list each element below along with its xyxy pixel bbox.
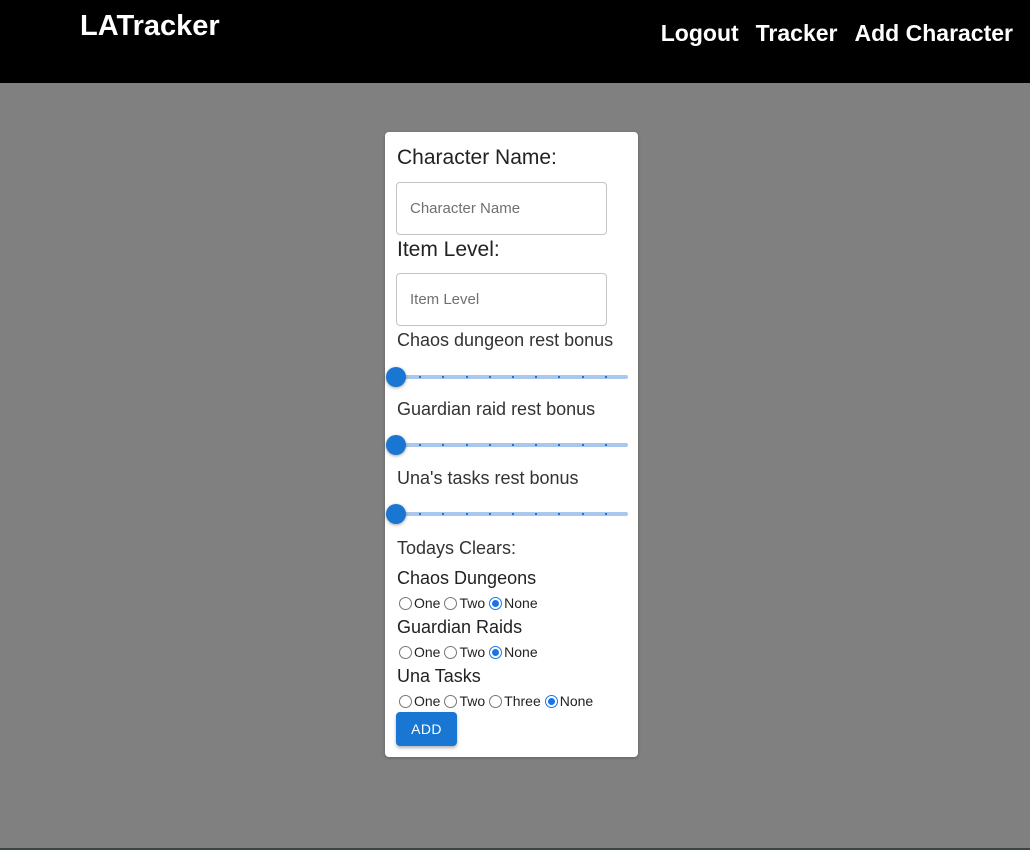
una-tasks-radio-group: One Two Three None: [399, 693, 597, 709]
radio-button[interactable]: [489, 694, 503, 708]
slider-tick-mark: [558, 444, 561, 446]
radio-option-none[interactable]: None: [544, 693, 594, 709]
slider-thumb[interactable]: [386, 504, 406, 524]
radio-option-one[interactable]: One: [399, 644, 440, 660]
slider-tick-mark: [442, 444, 445, 446]
slider-tick-mark: [535, 376, 538, 378]
una-rest-bonus-slider[interactable]: [386, 504, 628, 524]
nav-tracker-link[interactable]: Tracker: [756, 20, 838, 47]
slider-tick-mark: [558, 513, 561, 515]
slider-tick-mark: [558, 376, 561, 378]
add-button[interactable]: ADD: [396, 712, 457, 746]
slider-tick-mark: [512, 513, 514, 515]
radio-label: Three: [504, 693, 541, 709]
slider-tick-mark: [604, 376, 607, 378]
radio-button[interactable]: [544, 694, 558, 708]
radio-option-three[interactable]: Three: [489, 693, 541, 709]
radio-button[interactable]: [399, 645, 412, 659]
nav-add-character-link[interactable]: Add Character: [855, 20, 1013, 47]
item-level-label: Item Level:: [397, 238, 500, 261]
slider-thumb[interactable]: [386, 367, 406, 387]
guardian-rest-bonus-slider[interactable]: [386, 435, 628, 455]
item-level-input[interactable]: [396, 273, 607, 326]
brand-logo-link[interactable]: LATracker: [80, 10, 220, 43]
guardian-raids-label: Guardian Raids: [397, 617, 523, 637]
radio-label: One: [414, 693, 441, 709]
radio-label: One: [414, 595, 441, 611]
radio-label: One: [414, 644, 441, 660]
slider-tick-mark: [581, 444, 584, 446]
character-name-input[interactable]: [396, 182, 607, 235]
radio-button[interactable]: [489, 596, 503, 610]
radio-option-none[interactable]: None: [489, 644, 538, 660]
radio-button[interactable]: [489, 645, 503, 659]
radio-option-one[interactable]: One: [399, 693, 440, 709]
radio-option-none[interactable]: None: [489, 595, 538, 611]
una-rest-bonus-label: Una's tasks rest bonus: [397, 468, 579, 488]
chaos-dungeons-label: Chaos Dungeons: [397, 568, 537, 588]
slider-tick-mark: [488, 444, 491, 446]
radio-label: None: [559, 693, 594, 709]
radio-label: None: [504, 595, 538, 611]
radio-label: None: [504, 644, 538, 660]
chaos-rest-bonus-slider[interactable]: [386, 367, 628, 387]
radio-label: Two: [459, 693, 486, 709]
guardian-rest-bonus-label: Guardian raid rest bonus: [397, 399, 596, 419]
radio-label: Two: [459, 595, 486, 611]
chaos-rest-bonus-label: Chaos dungeon rest bonus: [397, 330, 614, 350]
character-name-label: Character Name:: [397, 146, 557, 169]
radio-button[interactable]: [444, 694, 458, 708]
slider-tick-mark: [465, 513, 468, 515]
radio-option-two[interactable]: Two: [444, 644, 485, 660]
slider-tick-mark: [419, 513, 422, 515]
slider-tick-mark: [465, 376, 468, 378]
slider-tick-mark: [535, 513, 538, 515]
radio-button[interactable]: [444, 645, 458, 659]
slider-tick-mark: [581, 376, 584, 378]
slider-tick-mark: [512, 444, 514, 446]
chaos-dungeons-radio-group: One Two None: [399, 595, 542, 611]
radio-option-two[interactable]: Two: [444, 693, 485, 709]
nav-links: Logout Tracker Add Character: [661, 20, 1013, 47]
radio-option-two[interactable]: Two: [444, 595, 485, 611]
slider-tick-mark: [581, 513, 584, 515]
slider-tick-mark: [442, 513, 445, 515]
radio-option-one[interactable]: One: [399, 595, 440, 611]
slider-tick-mark: [488, 376, 491, 378]
radio-button[interactable]: [399, 694, 412, 708]
slider-tick-mark: [512, 376, 514, 378]
slider-tick-mark: [604, 444, 607, 446]
slider-tick-mark: [535, 444, 538, 446]
radio-button[interactable]: [399, 596, 412, 610]
slider-tick-mark: [465, 444, 468, 446]
slider-tick-mark: [488, 513, 491, 515]
todays-clears-heading: Todays Clears:: [397, 538, 517, 558]
slider-tick-mark: [442, 376, 445, 378]
add-character-form: Character Name: Item Level: Chaos dungeo…: [385, 132, 638, 757]
guardian-raids-radio-group: One Two None: [399, 644, 542, 660]
slider-tick-mark: [419, 376, 422, 378]
slider-thumb[interactable]: [386, 435, 406, 455]
radio-button[interactable]: [444, 596, 458, 610]
una-tasks-label: Una Tasks: [397, 666, 481, 686]
slider-tick-mark: [604, 513, 607, 515]
slider-tick-mark: [419, 444, 422, 446]
nav-logout-link[interactable]: Logout: [661, 20, 739, 47]
navbar: LATracker Logout Tracker Add Character: [0, 0, 1030, 83]
radio-label: Two: [459, 644, 486, 660]
